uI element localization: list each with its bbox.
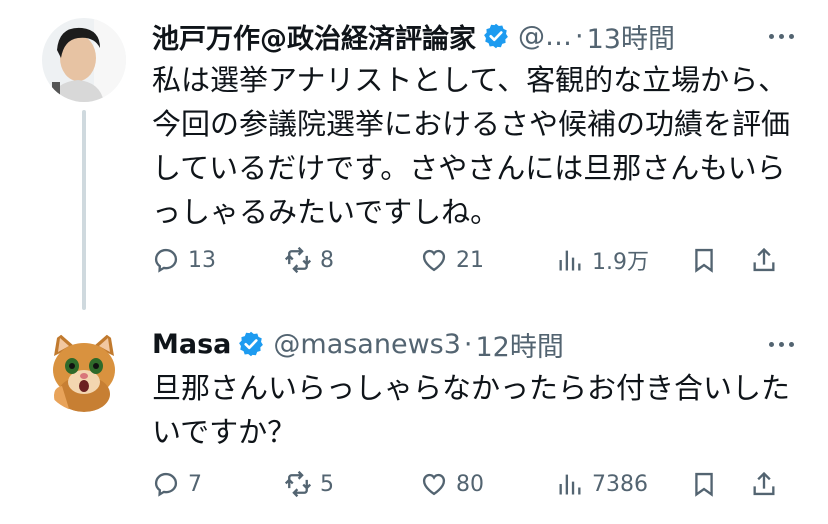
repost-count: 8 [320, 247, 334, 273]
repost-count: 5 [320, 471, 334, 497]
bookmark-button[interactable] [690, 240, 718, 280]
author-name[interactable]: Masa [152, 329, 231, 360]
repost-button[interactable]: 5 [284, 464, 334, 504]
reply-button[interactable]: 7 [152, 464, 202, 504]
share-icon [753, 247, 775, 272]
reply-button[interactable]: 13 [152, 240, 216, 280]
like-button[interactable]: 80 [420, 464, 484, 504]
views-icon [559, 250, 581, 271]
like-icon [422, 473, 446, 496]
views-icon [559, 474, 581, 495]
separator-dot: · [575, 20, 584, 52]
author-handle[interactable]: @masanews3 [273, 329, 461, 360]
verified-badge-icon [484, 23, 508, 49]
bookmark-icon [695, 472, 713, 497]
avatar-masa[interactable] [42, 328, 126, 412]
author-handle[interactable]: @… [518, 21, 572, 52]
repost-icon [284, 246, 312, 274]
views-button[interactable]: 7386 [556, 464, 648, 504]
views-button[interactable]: 1.9万 [556, 240, 649, 280]
repost-icon [284, 470, 312, 498]
author-name[interactable]: 池戸万作@政治経済評論家 [152, 17, 476, 56]
action-bar: 13 8 21 1.9万 [152, 240, 792, 280]
tweet-2[interactable]: Masa @masanews3 · 12時間 旦那さんいらっしゃらなかったらお付… [0, 310, 828, 524]
reply-icon [154, 248, 178, 273]
verified-badge-icon [239, 331, 264, 357]
share-button[interactable] [750, 240, 778, 280]
action-bar: 7 5 80 7386 [152, 464, 792, 504]
timestamp[interactable]: 13時間 [587, 17, 675, 56]
tweet-text: 旦那さんいらっしゃらなかったらお付き合いしたいですか？ [152, 371, 791, 449]
view-count: 7386 [592, 471, 648, 497]
like-button[interactable]: 21 [420, 240, 484, 280]
timestamp[interactable]: 12時間 [476, 325, 564, 364]
bookmark-icon [695, 248, 713, 273]
bookmark-button[interactable] [690, 464, 718, 504]
tweet-1[interactable]: 池戸万作@政治経済評論家 @… · 13時間 私は選挙アナリストとして、客観的な… [0, 0, 828, 310]
tweet-text: 私は選挙アナリストとして、客観的な立場から、今回の参議院選挙におけるさや候補の功… [152, 63, 791, 229]
tweet-header: Masa @masanews3 · 12時間 [152, 322, 808, 366]
like-count: 80 [456, 471, 484, 497]
separator-dot: · [463, 328, 473, 360]
reply-count: 13 [188, 247, 216, 273]
share-icon [753, 471, 775, 496]
repost-button[interactable]: 8 [284, 240, 334, 280]
like-count: 21 [456, 247, 484, 273]
reply-count: 7 [188, 471, 202, 497]
thread-connector-line [82, 110, 86, 310]
more-icon[interactable] [769, 322, 794, 366]
like-icon [422, 249, 446, 272]
share-button[interactable] [750, 464, 778, 504]
avatar-ikedo[interactable] [42, 18, 126, 102]
more-icon[interactable] [769, 14, 794, 58]
view-count: 1.9万 [592, 250, 649, 275]
tweet-header: 池戸万作@政治経済評論家 @… · 13時間 [152, 14, 808, 58]
reply-icon [154, 472, 178, 497]
